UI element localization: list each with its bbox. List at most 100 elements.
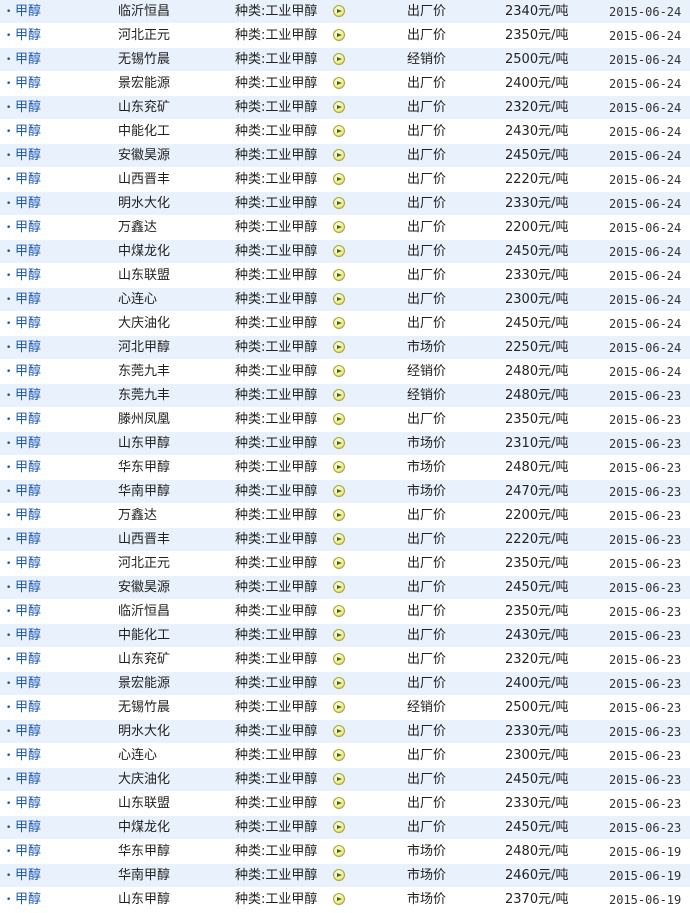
arrow-go-icon[interactable] [333, 173, 345, 185]
arrow-go-icon[interactable] [333, 125, 345, 137]
product-link[interactable]: 甲醇 [15, 552, 41, 576]
product-link[interactable]: 甲醇 [15, 384, 41, 408]
product-link[interactable]: 甲醇 [15, 624, 41, 648]
table-row: • 甲醇 山东兖矿 种类:工业甲醇 出厂价 2320元/吨 2015-06-23 [0, 648, 690, 672]
product-link[interactable]: 甲醇 [15, 288, 41, 312]
company-name: 山东甲醇 [118, 436, 171, 451]
arrow-go-icon[interactable] [333, 749, 345, 761]
arrow-go-icon[interactable] [333, 437, 345, 449]
arrow-go-icon[interactable] [333, 389, 345, 401]
arrow-go-icon[interactable] [333, 701, 345, 713]
arrow-go-icon[interactable] [333, 341, 345, 353]
category-label: 种类:工业甲醇 [235, 172, 318, 187]
product-link[interactable]: 甲醇 [15, 648, 41, 672]
product-link[interactable]: 甲醇 [15, 744, 41, 768]
arrow-go-icon[interactable] [333, 629, 345, 641]
table-row: • 甲醇 安徽昊源 种类:工业甲醇 出厂价 2450元/吨 2015-06-24 [0, 144, 690, 168]
product-link[interactable]: 甲醇 [15, 600, 41, 624]
arrow-go-icon[interactable] [333, 677, 345, 689]
product-link[interactable]: 甲醇 [15, 312, 41, 336]
price-value: 2330元/吨 [505, 196, 569, 211]
arrow-go-icon[interactable] [333, 413, 345, 425]
product-link[interactable]: 甲醇 [15, 456, 41, 480]
arrow-go-icon[interactable] [333, 317, 345, 329]
price-type: 出厂价 [407, 532, 447, 547]
arrow-go-icon[interactable] [333, 773, 345, 785]
price-value: 2500元/吨 [505, 700, 569, 715]
product-link[interactable]: 甲醇 [15, 72, 41, 96]
product-link[interactable]: 甲醇 [15, 720, 41, 744]
arrow-go-icon[interactable] [333, 365, 345, 377]
product-link[interactable]: 甲醇 [15, 48, 41, 72]
arrow-go-icon[interactable] [333, 269, 345, 281]
product-link[interactable]: 甲醇 [15, 0, 41, 24]
product-link[interactable]: 甲醇 [15, 264, 41, 288]
bullet-icon: • [6, 319, 12, 329]
arrow-go-icon[interactable] [333, 653, 345, 665]
date-value: 2015-06-24 [609, 5, 682, 19]
product-link[interactable]: 甲醇 [15, 336, 41, 360]
arrow-go-icon[interactable] [333, 461, 345, 473]
product-link[interactable]: 甲醇 [15, 768, 41, 792]
arrow-go-icon[interactable] [333, 5, 345, 17]
product-link[interactable]: 甲醇 [15, 240, 41, 264]
category-label: 种类:工业甲醇 [235, 604, 318, 619]
arrow-go-icon[interactable] [333, 221, 345, 233]
arrow-go-icon[interactable] [333, 485, 345, 497]
product-link[interactable]: 甲醇 [15, 864, 41, 888]
product-link[interactable]: 甲醇 [15, 888, 41, 912]
table-row: • 甲醇 中能化工 种类:工业甲醇 出厂价 2430元/吨 2015-06-23 [0, 624, 690, 648]
arrow-go-icon[interactable] [333, 821, 345, 833]
company-name: 安徽昊源 [118, 580, 171, 595]
category-label: 种类:工业甲醇 [235, 484, 318, 499]
product-link[interactable]: 甲醇 [15, 792, 41, 816]
product-link[interactable]: 甲醇 [15, 120, 41, 144]
product-link[interactable]: 甲醇 [15, 168, 41, 192]
product-link[interactable]: 甲醇 [15, 24, 41, 48]
arrow-go-icon[interactable] [333, 725, 345, 737]
arrow-go-icon[interactable] [333, 797, 345, 809]
price-type: 出厂价 [407, 676, 447, 691]
product-link[interactable]: 甲醇 [15, 696, 41, 720]
arrow-go-icon[interactable] [333, 509, 345, 521]
product-link[interactable]: 甲醇 [15, 840, 41, 864]
arrow-go-icon[interactable] [333, 845, 345, 857]
category-label: 种类:工业甲醇 [235, 244, 318, 259]
price-type: 出厂价 [407, 556, 447, 571]
arrow-go-icon[interactable] [333, 149, 345, 161]
arrow-go-icon[interactable] [333, 77, 345, 89]
price-type: 出厂价 [407, 100, 447, 115]
product-link[interactable]: 甲醇 [15, 360, 41, 384]
product-link[interactable]: 甲醇 [15, 576, 41, 600]
product-link[interactable]: 甲醇 [15, 96, 41, 120]
arrow-go-icon[interactable] [333, 869, 345, 881]
arrow-go-icon[interactable] [333, 53, 345, 65]
bullet-icon: • [6, 535, 12, 545]
product-link[interactable]: 甲醇 [15, 216, 41, 240]
arrow-go-icon[interactable] [333, 29, 345, 41]
arrow-go-icon[interactable] [333, 245, 345, 257]
product-link[interactable]: 甲醇 [15, 816, 41, 840]
arrow-go-icon[interactable] [333, 101, 345, 113]
category-label: 种类:工业甲醇 [235, 460, 318, 475]
bullet-icon: • [6, 223, 12, 233]
company-name: 明水大化 [118, 196, 171, 211]
arrow-go-icon[interactable] [333, 533, 345, 545]
arrow-go-icon[interactable] [333, 197, 345, 209]
arrow-go-icon[interactable] [333, 581, 345, 593]
product-link[interactable]: 甲醇 [15, 432, 41, 456]
product-link[interactable]: 甲醇 [15, 672, 41, 696]
arrow-go-icon[interactable] [333, 293, 345, 305]
product-link[interactable]: 甲醇 [15, 528, 41, 552]
product-link[interactable]: 甲醇 [15, 192, 41, 216]
arrow-go-icon[interactable] [333, 557, 345, 569]
table-row: • 甲醇 明水大化 种类:工业甲醇 出厂价 2330元/吨 2015-06-23 [0, 720, 690, 744]
arrow-go-icon[interactable] [333, 893, 345, 905]
product-link[interactable]: 甲醇 [15, 504, 41, 528]
product-link[interactable]: 甲醇 [15, 408, 41, 432]
product-link[interactable]: 甲醇 [15, 144, 41, 168]
date-value: 2015-06-23 [609, 581, 682, 595]
price-value: 2300元/吨 [505, 292, 569, 307]
product-link[interactable]: 甲醇 [15, 480, 41, 504]
arrow-go-icon[interactable] [333, 605, 345, 617]
